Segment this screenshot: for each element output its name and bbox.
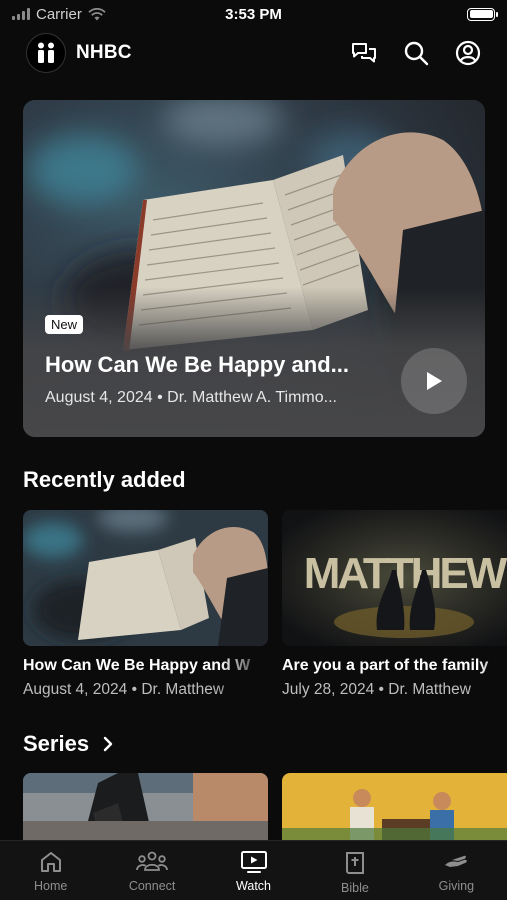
app-name: NHBC — [76, 42, 132, 63]
battery-fill — [469, 10, 493, 18]
series-heading: Series — [23, 731, 90, 756]
tab-giving[interactable]: Giving — [406, 841, 507, 900]
chevron-right-icon — [103, 736, 113, 752]
bottom-tab-bar: Home Connect Watch Bible Giving — [0, 840, 507, 900]
tab-watch[interactable]: Watch — [203, 841, 304, 900]
recent-item-thumbnail: MATTHEW — [282, 510, 507, 646]
series-thumbnail[interactable] — [282, 773, 507, 840]
recent-item[interactable]: How Can We Be Happy and W August 4, 2024… — [23, 510, 268, 699]
home-icon — [40, 852, 61, 872]
giving-hand-icon — [445, 855, 468, 867]
tab-bible[interactable]: Bible — [304, 841, 405, 900]
header-actions — [349, 38, 483, 68]
recent-item-title: Are you a part of the family — [282, 657, 489, 674]
tab-home[interactable]: Home — [0, 841, 101, 900]
hero-meta: August 4, 2024 • Dr. Matthew A. Timmo... — [45, 389, 337, 406]
tv-play-icon — [240, 851, 267, 873]
brand[interactable]: NHBC — [26, 33, 132, 73]
recent-item-meta: August 4, 2024 • Dr. Matthew — [23, 681, 225, 698]
tab-label: Watch — [236, 879, 271, 893]
svg-text:MATTHEW: MATTHEW — [304, 549, 507, 598]
tab-label: Bible — [341, 881, 369, 895]
wifi-icon — [88, 7, 106, 20]
recent-item-thumbnail — [23, 510, 268, 646]
featured-hero-card[interactable]: New How Can We Be Happy and... August 4,… — [23, 100, 485, 437]
people-icon — [136, 851, 169, 871]
tab-connect[interactable]: Connect — [101, 841, 202, 900]
status-left: Carrier — [12, 6, 106, 23]
hero-title: How Can We Be Happy and... — [45, 352, 349, 377]
play-button[interactable] — [401, 348, 467, 414]
tab-label: Giving — [438, 879, 475, 893]
account-icon[interactable] — [453, 38, 483, 68]
search-icon[interactable] — [401, 38, 431, 68]
recently-added-heading: Recently added — [23, 467, 186, 492]
recent-item-title: How Can We Be Happy and W — [23, 657, 251, 674]
tab-label: Connect — [128, 879, 176, 893]
status-time: 3:53 PM — [225, 5, 282, 23]
tab-label: Home — [34, 879, 68, 893]
new-badge: New — [45, 315, 84, 334]
bible-icon — [345, 852, 364, 874]
status-bar: Carrier 3:53 PM — [0, 0, 507, 28]
chat-icon[interactable] — [349, 38, 379, 68]
series-thumbnail[interactable] — [23, 773, 268, 840]
battery-icon — [467, 7, 498, 21]
carrier-label: Carrier — [36, 5, 82, 23]
play-icon — [427, 372, 442, 390]
recent-item-meta: July 28, 2024 • Dr. Matthew — [282, 681, 471, 698]
recent-item[interactable]: MATTHEW Are you a part of the family Jul… — [282, 510, 507, 699]
app-header: NHBC — [0, 30, 507, 76]
church-logo-icon — [26, 33, 66, 73]
signal-icon — [12, 8, 30, 20]
series-heading-link[interactable]: Series — [23, 731, 113, 757]
